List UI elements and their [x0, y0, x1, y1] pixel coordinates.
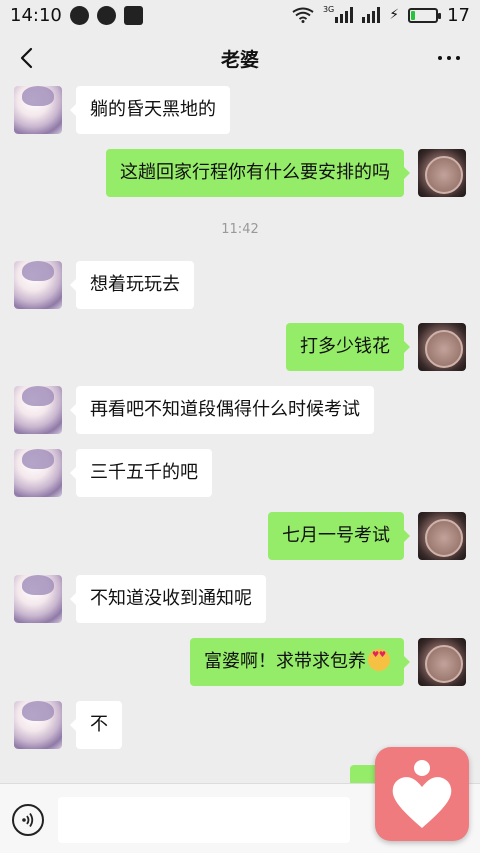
signal-icon-2 [362, 7, 381, 23]
wifi-icon [292, 7, 314, 23]
contact-avatar[interactable] [14, 86, 62, 134]
message-bubble-incoming[interactable]: 想着玩玩去 [70, 261, 194, 309]
voice-icon[interactable] [12, 804, 44, 836]
battery-fill [411, 10, 416, 20]
message-input[interactable] [58, 797, 350, 843]
message-bubble-incoming[interactable]: 三千五千的吧 [70, 449, 212, 497]
app-icon [96, 5, 116, 25]
message-bubble-outgoing[interactable]: 这趟回家行程你有什么要安排的吗 [106, 149, 410, 197]
message-text: 富婆啊！求带求包养 [204, 651, 366, 672]
heart-eyes-emoji-icon [368, 649, 390, 671]
contact-avatar[interactable] [14, 701, 62, 749]
status-bar: 14:10 3G ⚡ 17 [0, 0, 480, 30]
image-icon [123, 5, 143, 25]
signal-icon [335, 7, 354, 23]
message-bubble-outgoing[interactable]: 富婆啊！求带求包养 [190, 638, 410, 686]
message-bubble-incoming[interactable]: 不知道没收到通知呢 [70, 575, 266, 623]
message-bubble-incoming[interactable]: 躺的昏天黑地的 [70, 86, 230, 134]
my-avatar[interactable] [418, 323, 466, 371]
message-bubble-outgoing[interactable]: 七月一号考试 [268, 512, 410, 560]
message-bubble-incoming[interactable]: 再看吧不知道段偶得什么时候考试 [70, 386, 374, 434]
floating-heart-button[interactable] [375, 747, 469, 841]
message-bubble-incoming[interactable]: 不 [70, 701, 122, 749]
status-left: 14:10 [10, 5, 143, 26]
message-timestamp: 11:42 [221, 222, 259, 237]
contact-avatar[interactable] [14, 449, 62, 497]
status-right: 3G ⚡ 17 [292, 5, 470, 26]
my-avatar[interactable] [418, 512, 466, 560]
message-list[interactable]: 躺的昏天黑地的 这趟回家行程你有什么要安排的吗 11:42 想着玩玩去 打多少钱… [0, 86, 480, 783]
chat-header: 老婆 [0, 30, 480, 86]
network-type: 3G [322, 4, 335, 14]
chevron-left-icon[interactable] [14, 44, 42, 72]
contact-avatar[interactable] [14, 386, 62, 434]
heart-person-icon [392, 760, 452, 828]
charging-icon: ⚡ [389, 7, 400, 23]
my-avatar[interactable] [418, 149, 466, 197]
more-dots-icon[interactable] [438, 56, 460, 60]
message-bubble-outgoing[interactable]: 打多少钱花 [286, 323, 410, 371]
contact-avatar[interactable] [14, 261, 62, 309]
contact-avatar[interactable] [14, 575, 62, 623]
my-avatar[interactable] [418, 638, 466, 686]
voice-waves-icon [22, 812, 34, 828]
battery-percent: 17 [447, 4, 470, 26]
chat-title: 老婆 [220, 48, 259, 71]
battery-icon [408, 7, 442, 23]
status-time: 14:10 [10, 4, 62, 26]
message-icon [69, 5, 89, 25]
